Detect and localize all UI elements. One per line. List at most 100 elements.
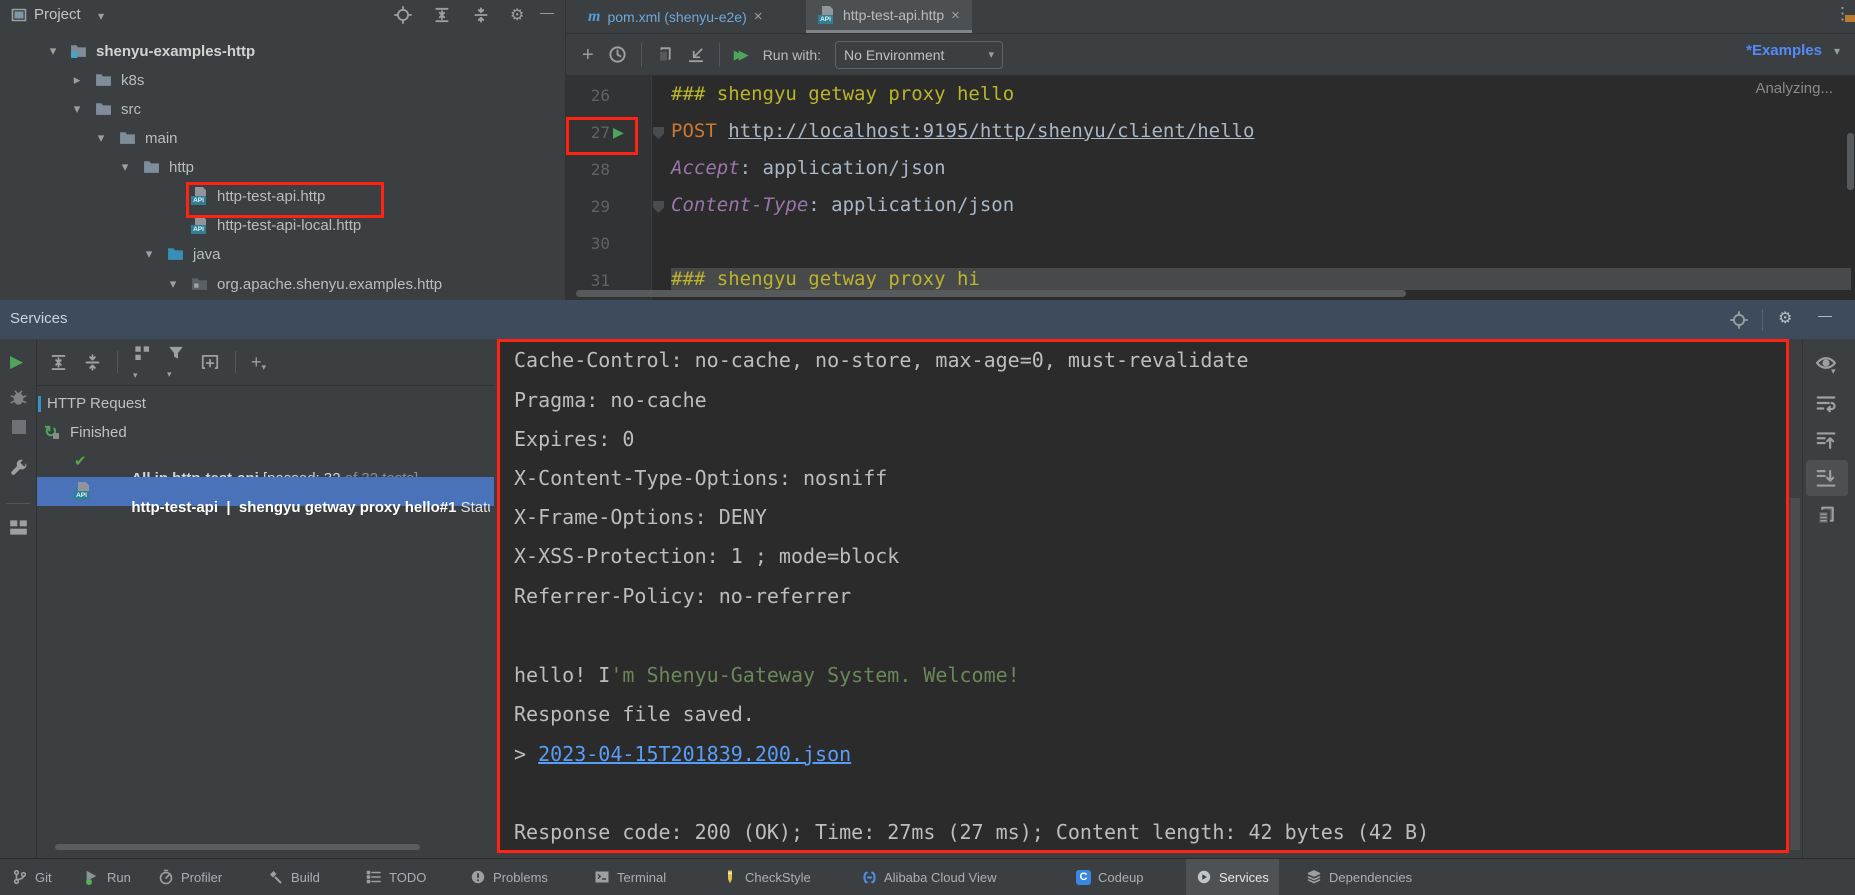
error-stripe-mark[interactable] [1845, 15, 1855, 22]
console-line: X-Frame-Options: DENY [514, 498, 767, 536]
expand-all-icon[interactable] [49, 353, 68, 372]
fold-marker-icon[interactable] [653, 127, 664, 139]
toolwindow-dependencies[interactable]: Dependencies [1306, 859, 1412, 895]
code-line-31[interactable]: ### shengyu getway proxy hi [671, 268, 1851, 290]
toolwindow-services[interactable]: Services [1186, 859, 1279, 895]
console-line-summary: Response code: 200 (OK); Time: 27ms (27 … [514, 813, 1429, 851]
toolwindow-build[interactable]: Build [268, 859, 320, 895]
toolwindow-todo[interactable]: TODO [366, 859, 426, 895]
run-configuration-select[interactable]: *Examples [1746, 42, 1822, 59]
line-number: 28 [570, 160, 610, 179]
tree-item-label: src [121, 101, 141, 118]
toolwindow-codeup[interactable]: C Codeup [1076, 859, 1144, 895]
http-client-toolbar: + ▶▶ Run with: No Environment ▾ [566, 34, 1855, 76]
history-icon[interactable] [608, 45, 627, 64]
chevron-down-icon[interactable]: ▾ [166, 276, 180, 292]
services-panel-header[interactable]: Services ⚙ — [0, 300, 1855, 339]
console-line: X-XSS-Protection: 1 ; mode=block [514, 537, 899, 575]
rerun-icon[interactable]: ↻ [44, 422, 57, 442]
run-request-gutter-icon[interactable]: ▶ [613, 124, 624, 141]
chevron-down-icon[interactable]: ▾ [94, 130, 108, 146]
link-prefix: > [514, 742, 538, 766]
tree-item-project-root[interactable]: ▾ shenyu-examples-http [0, 38, 560, 66]
tab-pom-xml[interactable]: m pom.xml (shenyu-e2e) × [576, 0, 775, 33]
group-by-icon[interactable]: ▾ [133, 344, 152, 381]
response-file-link[interactable]: 2023-04-15T201839.200.json [538, 742, 851, 766]
scroll-to-end-icon[interactable] [1815, 467, 1837, 489]
locate-icon[interactable] [394, 6, 412, 24]
toolwindow-profiler[interactable]: Profiler [158, 859, 222, 895]
add-request-icon[interactable]: + [582, 45, 594, 65]
tree-item-main[interactable]: ▾ main [0, 125, 560, 153]
filter-icon[interactable]: ▾ [167, 344, 185, 380]
copy-icon[interactable] [1815, 505, 1837, 527]
wrench-icon[interactable] [9, 458, 29, 478]
gear-icon[interactable]: ⚙ [510, 5, 524, 25]
run-with-label: Run with: [763, 47, 821, 63]
environment-select[interactable]: No Environment ▾ [835, 41, 1003, 69]
toolwindow-problems[interactable]: Problems [470, 859, 548, 895]
run-icon[interactable]: ▶ [10, 352, 30, 372]
tree-item-label: java [193, 246, 221, 263]
expand-all-icon[interactable] [433, 6, 451, 24]
close-icon[interactable]: × [951, 7, 960, 24]
toolwindow-terminal[interactable]: Terminal [594, 859, 666, 895]
add-service-icon[interactable] [200, 352, 220, 372]
code-line-26[interactable]: ### shengyu getway proxy hello [671, 83, 1014, 105]
preview-eye-icon[interactable]: ▾ [1815, 352, 1837, 374]
project-panel-title[interactable]: Project [34, 6, 81, 23]
chevron-down-icon[interactable]: ▾ [142, 246, 156, 262]
editor-horizontal-scrollbar[interactable] [576, 290, 1406, 297]
tree-item-k8s[interactable]: ▸ k8s [0, 67, 560, 95]
focus-indicator [38, 396, 41, 412]
scroll-to-top-icon[interactable] [1815, 430, 1837, 452]
add-icon[interactable]: +▾ [251, 352, 266, 373]
chevron-down-icon[interactable]: ▾ [1834, 44, 1840, 58]
tab-label: pom.xml (shenyu-e2e) [607, 9, 746, 25]
layout-icon[interactable] [9, 518, 29, 538]
chevron-down-icon[interactable]: ▾ [46, 43, 60, 59]
toolwindow-git[interactable]: Git [12, 859, 52, 895]
close-icon[interactable]: × [754, 8, 763, 25]
code-line-27[interactable]: POST http://localhost:9195/http/shenyu/c… [671, 120, 1254, 142]
toolwindow-checkstyle[interactable]: CheckStyle [722, 859, 811, 895]
gear-icon[interactable]: ⚙ [1778, 308, 1792, 328]
hide-panel-icon[interactable]: — [1818, 307, 1832, 323]
soft-wrap-icon[interactable] [1815, 392, 1837, 414]
toolwindow-label: Dependencies [1329, 870, 1412, 885]
copy-icon[interactable] [656, 46, 673, 63]
service-row-finished[interactable]: ↻ Finished [37, 419, 494, 448]
locate-icon[interactable] [1730, 311, 1748, 329]
tree-horizontal-scrollbar[interactable] [55, 844, 420, 850]
open-log-icon[interactable] [687, 46, 705, 64]
debug-icon[interactable] [9, 388, 29, 408]
toolwindow-run[interactable]: Run [84, 859, 131, 895]
tab-http-test-api[interactable]: API http-test-api.http × [806, 0, 972, 33]
service-row-http-request[interactable]: HTTP Request [37, 390, 494, 419]
run-all-requests-icon[interactable]: ▶▶ [734, 47, 749, 63]
chevron-down-icon[interactable]: ▾ [98, 9, 104, 23]
service-row-suite[interactable]: ✔ All in http-test-api [passed: 32 of 32… [37, 448, 494, 477]
editor-vertical-scrollbar[interactable] [1847, 133, 1854, 190]
chevron-right-icon[interactable]: ▸ [70, 72, 84, 88]
code-line-28[interactable]: Accept: application/json [671, 157, 946, 179]
stop-icon[interactable] [12, 420, 26, 434]
console-right-toolbar [1802, 339, 1855, 858]
tree-item-http[interactable]: ▾ http [0, 154, 560, 182]
tree-item-package[interactable]: ▾ org.apache.shenyu.examples.http [0, 271, 560, 299]
fold-marker-icon[interactable] [653, 201, 664, 213]
collapse-all-icon[interactable] [83, 353, 102, 372]
chevron-down-icon[interactable]: ▾ [70, 101, 84, 117]
tree-item-http-test-api-local[interactable]: API http-test-api-local.http [0, 212, 560, 240]
tree-item-http-test-api[interactable]: API http-test-api.http [0, 183, 560, 211]
code-line-29[interactable]: Content-Type: application/json [671, 194, 1014, 216]
tree-item-java[interactable]: ▾ java [0, 241, 560, 269]
toolwindow-alibaba-cloud-view[interactable]: Alibaba Cloud View [861, 859, 997, 895]
tree-item-src[interactable]: ▾ src [0, 96, 560, 124]
request-url[interactable]: http://localhost:9195/http/shenyu/client… [728, 120, 1254, 142]
console-vertical-scrollbar[interactable] [1790, 498, 1800, 850]
collapse-all-icon[interactable] [472, 6, 490, 24]
hide-panel-icon[interactable]: — [540, 4, 554, 20]
service-row-selected-request[interactable]: API http-test-api | shengyu getway proxy… [37, 477, 494, 506]
chevron-down-icon[interactable]: ▾ [118, 159, 132, 175]
